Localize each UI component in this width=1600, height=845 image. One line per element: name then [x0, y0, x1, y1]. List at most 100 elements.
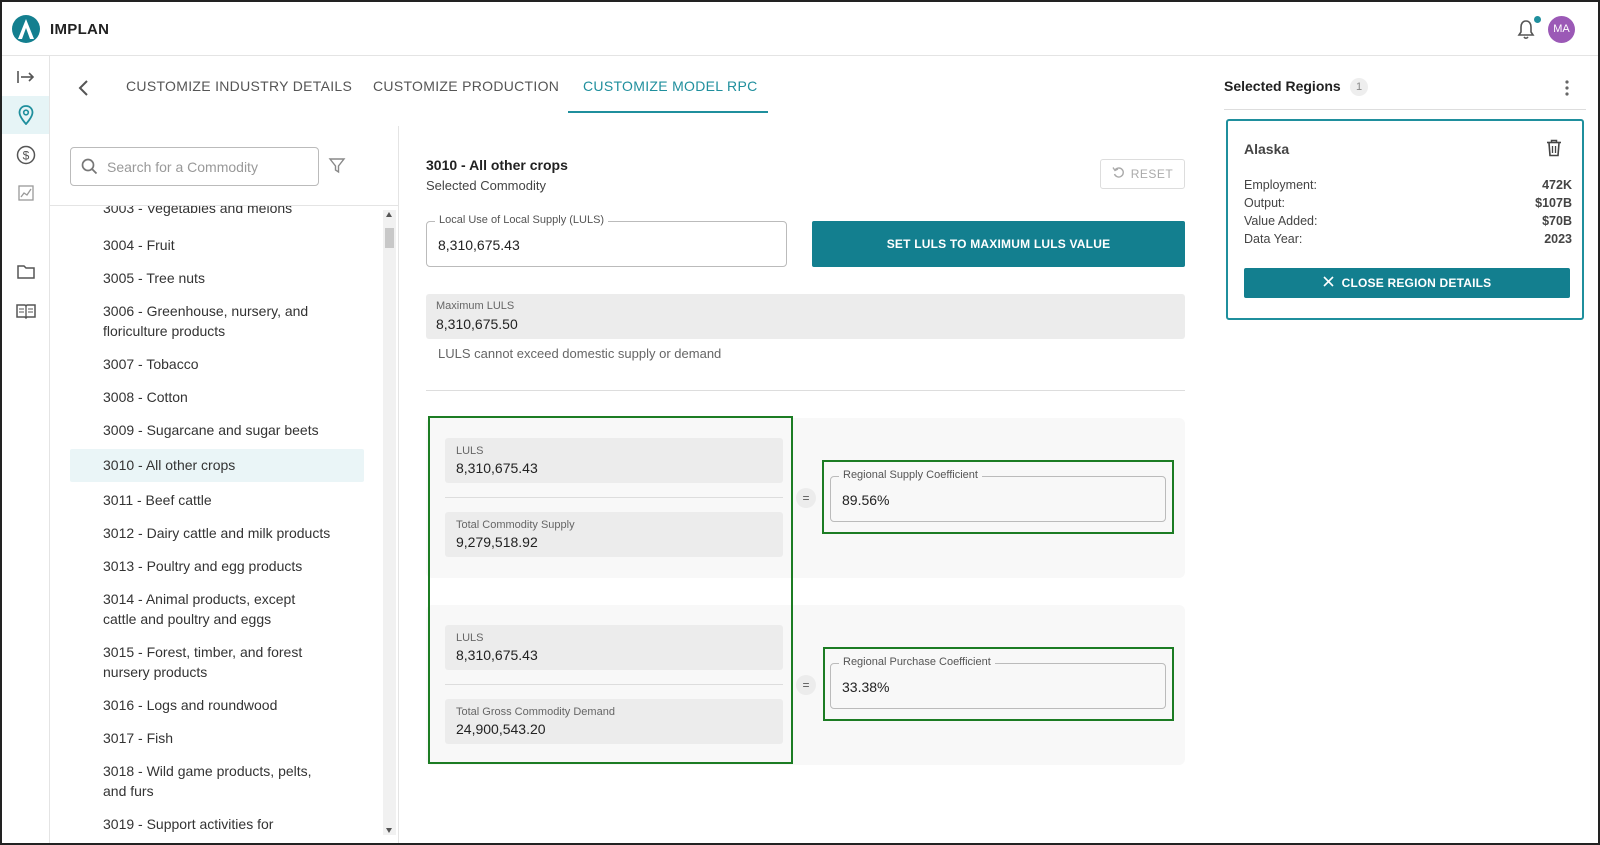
brand-name: IMPLAN	[50, 21, 110, 38]
selected-commodity-title: 3010 - All other crops	[426, 157, 568, 173]
app-window: IMPLAN MA $ CUSTOMIZE INDUSTRY DETAILS C…	[0, 0, 1600, 845]
reset-label: RESET	[1130, 167, 1174, 181]
regional-purchase-coefficient-field[interactable]: Regional Purchase Coefficient 33.38%	[830, 656, 1166, 709]
supply-result-highlight: Regional Supply Coefficient 89.56%	[822, 460, 1174, 534]
list-item[interactable]: 3018 - Wild game products, pelts, and fu…	[70, 761, 364, 801]
active-tab-indicator	[568, 111, 768, 113]
folder-icon[interactable]	[2, 252, 49, 290]
list-item[interactable]: 3011 - Beef cattle	[70, 490, 364, 510]
set-luls-max-button[interactable]: SET LULS TO MAXIMUM LULS VALUE	[812, 221, 1185, 267]
region-output-value: $107B	[1535, 196, 1572, 210]
supply-equals-sign: =	[796, 488, 816, 508]
list-item[interactable]: 3017 - Fish	[70, 728, 364, 748]
maximum-luls-value: 8,310,675.50	[436, 316, 518, 332]
regions-location-icon[interactable]	[2, 96, 49, 134]
regional-supply-coefficient-label: Regional Supply Coefficient	[839, 469, 982, 481]
guide-book-icon[interactable]	[2, 292, 49, 330]
luls-field[interactable]: Local Use of Local Supply (LULS) 8,310,6…	[426, 214, 787, 267]
region-value-added-value: $70B	[1542, 214, 1572, 228]
tab-customize-industry-details[interactable]: CUSTOMIZE INDUSTRY DETAILS	[126, 78, 352, 94]
close-icon	[1323, 276, 1334, 290]
total-gross-commodity-demand-value: 24,900,543.20	[456, 721, 546, 737]
close-region-details-label: CLOSE REGION DETAILS	[1341, 276, 1492, 290]
implan-logo-icon[interactable]	[12, 15, 40, 43]
selected-commodity-subtitle: Selected Commodity	[426, 178, 546, 193]
scroll-up-arrow-icon[interactable]	[386, 212, 392, 217]
notification-dot	[1534, 16, 1541, 23]
scroll-thumb[interactable]	[385, 228, 394, 248]
reset-icon	[1112, 166, 1125, 182]
list-item[interactable]: 3012 - Dairy cattle and milk products	[70, 523, 364, 543]
section-divider	[426, 390, 1185, 391]
list-item[interactable]: 3006 - Greenhouse, nursery, and floricul…	[70, 301, 364, 341]
supply-fraction-line	[445, 497, 783, 498]
commodity-search[interactable]	[70, 147, 319, 186]
total-commodity-supply-value: 9,279,518.92	[456, 534, 538, 550]
region-data-year-label: Data Year:	[1244, 232, 1303, 246]
luls-field-value[interactable]: 8,310,675.43	[438, 237, 520, 253]
search-icon	[81, 158, 98, 180]
list-scrollbar[interactable]	[383, 210, 396, 835]
regions-divider	[1224, 109, 1586, 110]
purchase-equals-sign: =	[796, 675, 816, 695]
list-item[interactable]: 3009 - Sugarcane and sugar beets	[70, 420, 364, 440]
regional-supply-coefficient-field[interactable]: Regional Supply Coefficient 89.56%	[830, 469, 1166, 522]
region-output-row: Output: $107B	[1244, 196, 1572, 210]
total-gross-commodity-demand-field: Total Gross Commodity Demand 24,900,543.…	[445, 699, 783, 744]
regional-purchase-coefficient-label: Regional Purchase Coefficient	[839, 656, 995, 668]
commodity-list: 3003 - Vegetables and melons 3004 - Frui…	[70, 206, 385, 843]
tab-customize-model-rpc[interactable]: CUSTOMIZE MODEL RPC	[583, 78, 758, 94]
list-item[interactable]: 3019 - Support activities for	[70, 814, 364, 834]
purchase-luls-value: 8,310,675.43	[456, 647, 538, 663]
luls-field-label: Local Use of Local Supply (LULS)	[435, 214, 609, 226]
back-chevron-icon[interactable]	[74, 78, 94, 98]
dollar-icon[interactable]: $	[2, 136, 49, 174]
left-nav-rail: $	[2, 56, 50, 843]
region-employment-row: Employment: 472K	[1244, 178, 1572, 192]
region-data-year-row: Data Year: 2023	[1244, 232, 1572, 246]
regional-purchase-coefficient-value[interactable]: 33.38%	[842, 679, 889, 695]
expand-nav-icon[interactable]	[2, 58, 49, 96]
tab-customize-production[interactable]: CUSTOMIZE PRODUCTION	[373, 78, 559, 94]
region-output-label: Output:	[1244, 196, 1285, 210]
luls-constraint-note: LULS cannot exceed domestic supply or de…	[438, 346, 722, 361]
close-region-details-button[interactable]: CLOSE REGION DETAILS	[1244, 268, 1570, 298]
analytics-chart-icon[interactable]	[2, 174, 49, 212]
top-bar: IMPLAN MA	[2, 2, 1598, 56]
region-name: Alaska	[1244, 141, 1290, 157]
list-item[interactable]: 3008 - Cotton	[70, 387, 364, 407]
purchase-luls-label: LULS	[456, 632, 484, 644]
supply-luls-value: 8,310,675.43	[456, 460, 538, 476]
supply-luls-field: LULS 8,310,675.43	[445, 438, 783, 483]
commodity-search-input[interactable]	[107, 156, 307, 178]
filter-icon[interactable]	[328, 157, 346, 175]
list-item[interactable]: 3005 - Tree nuts	[70, 268, 364, 288]
user-avatar[interactable]: MA	[1548, 16, 1575, 43]
region-employment-value: 472K	[1542, 178, 1572, 192]
selected-regions-title: Selected Regions	[1224, 78, 1341, 94]
list-item[interactable]: 3004 - Fruit	[70, 235, 364, 255]
region-value-added-row: Value Added: $70B	[1244, 214, 1572, 228]
selected-regions-count-badge: 1	[1350, 78, 1368, 96]
region-employment-label: Employment:	[1244, 178, 1317, 192]
scroll-down-arrow-icon[interactable]	[386, 828, 392, 833]
delete-trash-icon[interactable]	[1546, 139, 1562, 157]
more-options-icon[interactable]	[1564, 78, 1570, 98]
purchase-result-highlight: Regional Purchase Coefficient 33.38%	[823, 647, 1174, 721]
regional-supply-coefficient-value[interactable]: 89.56%	[842, 492, 889, 508]
total-commodity-supply-label: Total Commodity Supply	[456, 519, 575, 531]
region-card-alaska: Alaska Employment: 472K Output: $107B Va…	[1226, 119, 1584, 320]
maximum-luls-field: Maximum LULS 8,310,675.50	[426, 294, 1185, 339]
svg-text:$: $	[22, 149, 29, 163]
list-item[interactable]: 3015 - Forest, timber, and forest nurser…	[70, 642, 364, 682]
list-item[interactable]: 3016 - Logs and roundwood	[70, 695, 364, 715]
list-item[interactable]: 3003 - Vegetables and melons	[70, 206, 364, 218]
list-item[interactable]: 3007 - Tobacco	[70, 354, 364, 374]
list-item-selected[interactable]: 3010 - All other crops	[70, 449, 364, 482]
notifications-bell-icon[interactable]	[1516, 19, 1536, 41]
reset-button[interactable]: RESET	[1100, 159, 1185, 189]
region-data-year-value: 2023	[1544, 232, 1572, 246]
purchase-luls-field: LULS 8,310,675.43	[445, 625, 783, 670]
list-item[interactable]: 3014 - Animal products, except cattle an…	[70, 589, 364, 629]
list-item[interactable]: 3013 - Poultry and egg products	[70, 556, 364, 576]
